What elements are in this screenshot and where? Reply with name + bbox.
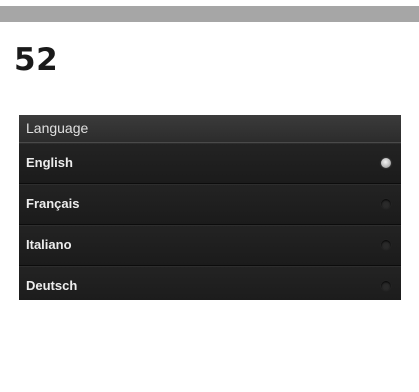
radio-selected-icon[interactable] [381,158,391,168]
language-option-francais[interactable]: Français [19,184,401,225]
language-option-deutsch[interactable]: Deutsch [19,266,401,300]
screen-title: Language [26,120,89,136]
language-option-italiano[interactable]: Italiano [19,225,401,266]
radio-icon[interactable] [381,240,391,250]
radio-icon[interactable] [381,199,391,209]
option-label: Français [26,196,80,211]
language-option-english[interactable]: English [19,143,401,184]
screen-header: Language [19,115,401,143]
option-label: English [26,155,73,170]
language-option-list: English Français Italiano Deutsch [19,143,401,300]
option-label: Deutsch [26,278,78,293]
page-number: 52 [14,42,59,78]
radio-icon[interactable] [381,281,391,291]
top-divider-bar [0,6,419,22]
language-screen: Language English Français Italiano Deuts… [19,115,401,300]
option-label: Italiano [26,237,72,252]
